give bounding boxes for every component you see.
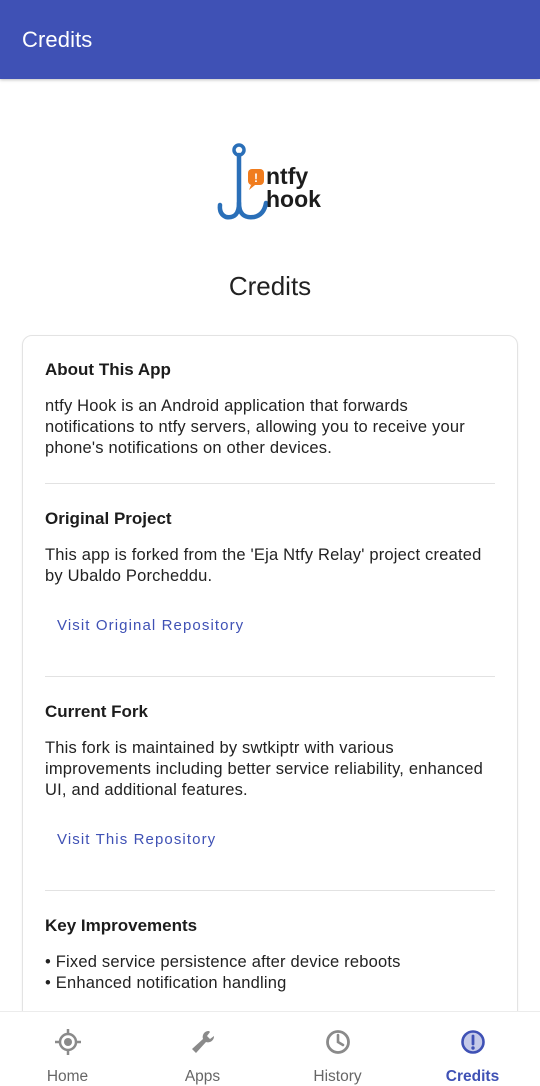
section-body-original: This app is forked from the 'Eja Ntfy Re…: [45, 546, 482, 585]
nav-label: History: [313, 1068, 362, 1085]
nav-label: Credits: [445, 1068, 500, 1085]
nav-item-history[interactable]: History: [270, 1012, 405, 1086]
credits-card: About This App ntfy Hook is an Android a…: [22, 335, 518, 1011]
nav-label: Home: [46, 1068, 89, 1085]
svg-text:!: !: [254, 171, 258, 185]
clock-icon: [325, 1030, 350, 1054]
section-title-about: About This App: [45, 360, 171, 379]
ntfy-hook-logo: ! ntfy hook: [217, 143, 321, 220]
wrench-icon: [191, 1030, 214, 1053]
app-bar: Credits: [0, 0, 540, 79]
nav-label: Apps: [184, 1068, 221, 1085]
list-item: • Fixed service persistence after device…: [45, 953, 401, 971]
visit-original-repository-button[interactable]: Visit Original Repository: [45, 609, 256, 642]
logo-text-hook: hook: [266, 186, 321, 212]
nav-item-credits[interactable]: Credits: [405, 1012, 540, 1086]
nav-item-home[interactable]: Home: [0, 1012, 135, 1086]
section-body-about: ntfy Hook is an Android application that…: [45, 397, 465, 457]
page-heading: Credits: [228, 271, 312, 301]
section-body-fork: This fork is maintained by swtkiptr with…: [45, 739, 483, 799]
bottom-navigation: Home Apps History Credits: [0, 1011, 540, 1086]
info-icon: [460, 1030, 485, 1054]
section-title-original: Original Project: [45, 509, 172, 528]
crosshair-icon: [54, 1029, 81, 1055]
credits-content[interactable]: ! ntfy hook Credits About This App ntfy …: [0, 79, 540, 1011]
visit-this-repository-button[interactable]: Visit This Repository: [45, 823, 228, 856]
app-bar-title: Credits: [22, 26, 93, 52]
section-title-fork: Current Fork: [45, 702, 148, 721]
list-item: • Enhanced notification handling: [45, 974, 287, 992]
section-title-improvements: Key Improvements: [45, 916, 198, 935]
nav-item-apps[interactable]: Apps: [135, 1012, 270, 1086]
